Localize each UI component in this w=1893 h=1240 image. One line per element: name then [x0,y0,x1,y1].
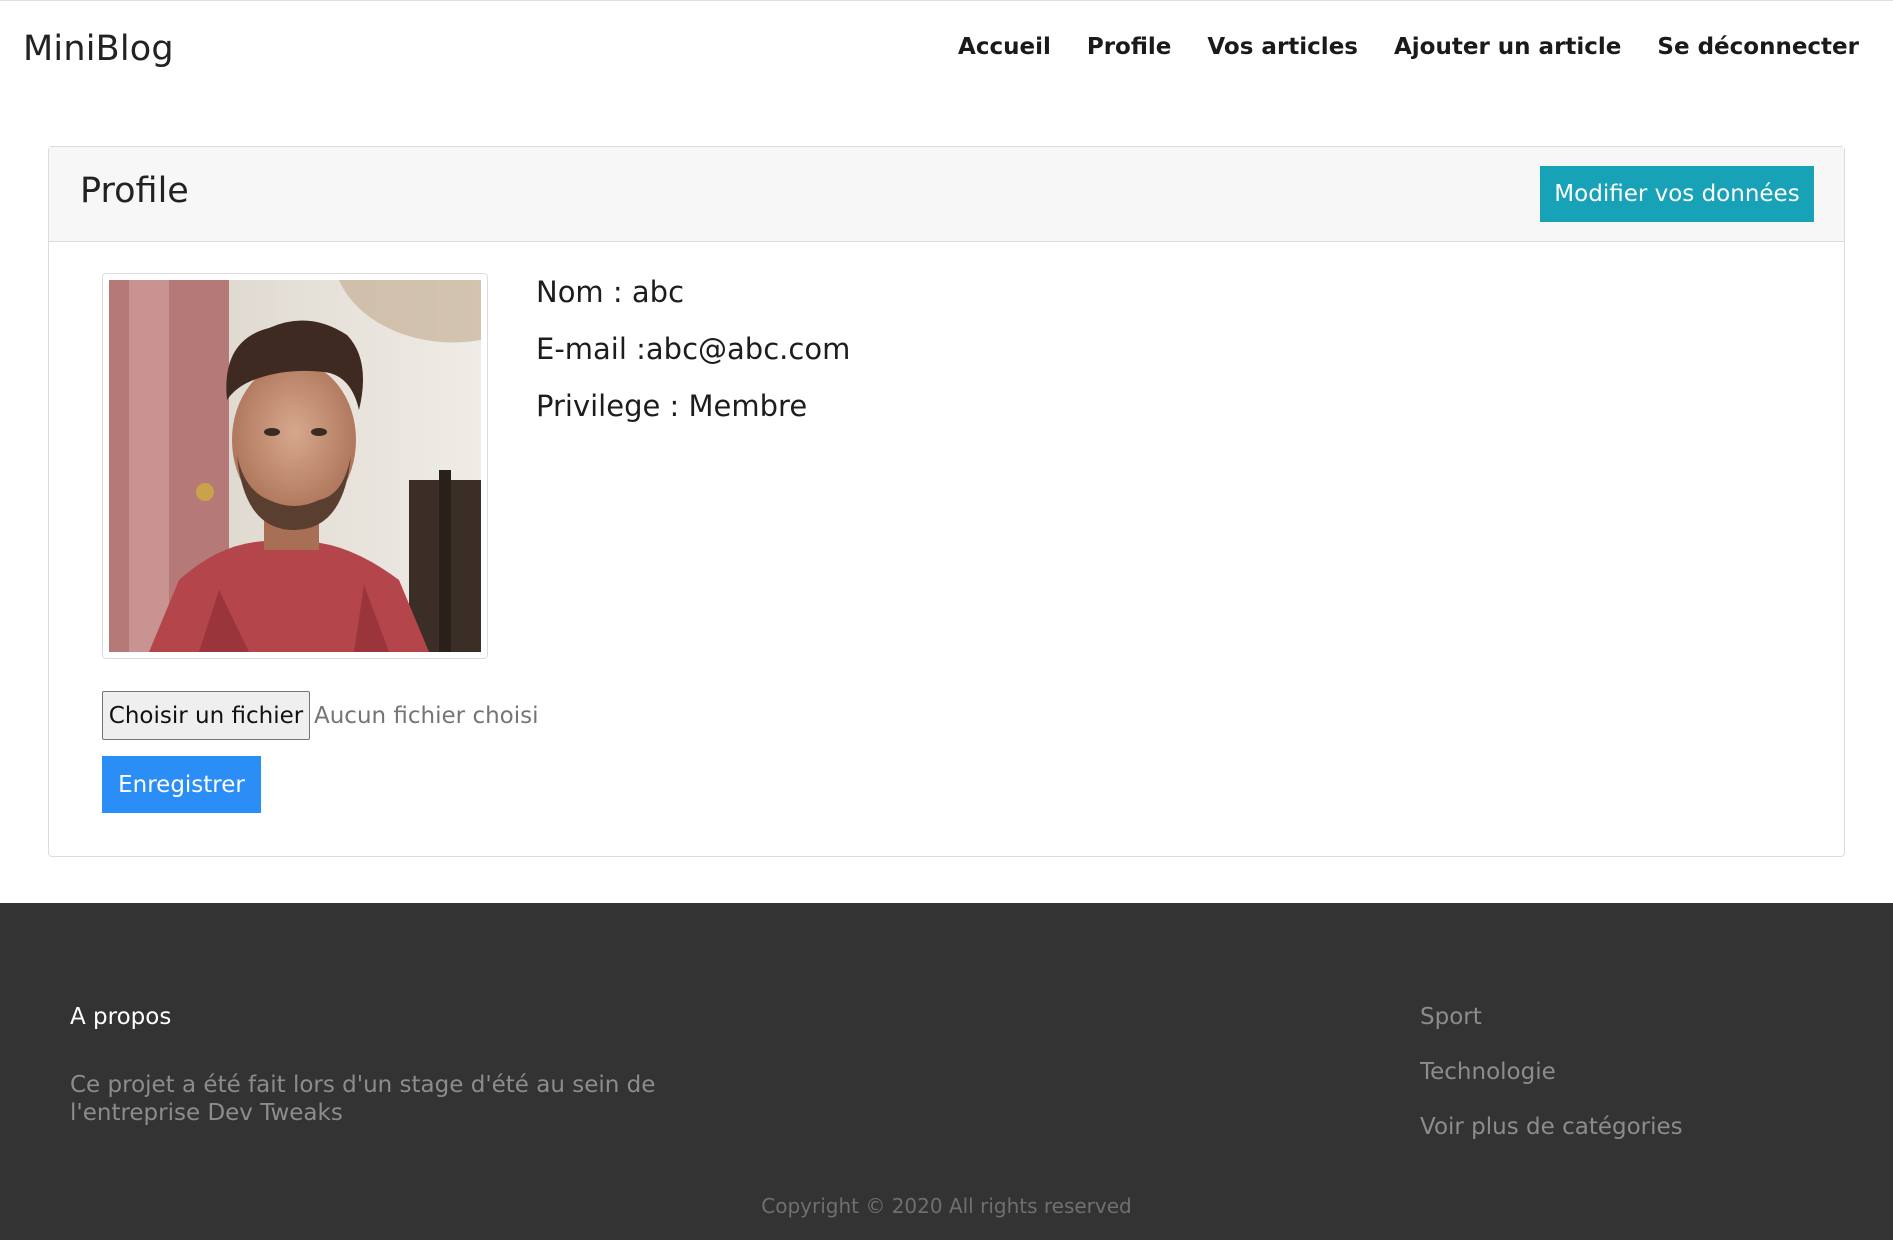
page-title: Profile [80,171,189,211]
brand-logo[interactable]: MiniBlog [23,29,174,69]
save-button[interactable]: Enregistrer [102,756,261,813]
list-item: Technologie [1420,1059,1683,1114]
edit-profile-button[interactable]: Modifier vos données [1540,166,1814,222]
list-item: Voir plus de catégories [1420,1114,1683,1169]
profile-card-header: Profile Modifier vos données [49,147,1844,242]
nav-link-logout[interactable]: Se déconnecter [1657,34,1859,60]
avatar-photo [109,280,481,652]
nav-link-accueil[interactable]: Accueil [958,34,1051,60]
category-link-more[interactable]: Voir plus de catégories [1420,1114,1683,1140]
nav-link-ajouter-article[interactable]: Ajouter un article [1394,34,1621,60]
footer: A propos Ce projet a été fait lors d'un … [0,903,1893,1240]
category-link-technologie[interactable]: Technologie [1420,1059,1556,1085]
profile-card: Profile Modifier vos données Nom: abc E… [48,146,1845,857]
copyright-text: Copyright © 2020 All rights reserved [761,1194,1132,1218]
file-status-text: Aucun fichier choisi [314,703,539,729]
category-link-sport[interactable]: Sport [1420,1004,1482,1030]
about-title: A propos [70,1004,172,1030]
choose-file-button[interactable]: Choisir un fichier [102,691,310,740]
nav-link-vos-articles[interactable]: Vos articles [1207,34,1358,60]
profile-privilege: Privilege : Membre [536,389,808,423]
profile-info: Nom : abc E-mail :abc@abc.com Privilege … [536,275,850,446]
category-list: Sport Technologie Voir plus de catégorie… [1420,1004,1683,1169]
about-text: Ce projet a été fait lors d'un stage d'é… [70,1072,656,1126]
nav-menu: Accueil Profile Vos articles Ajouter un … [922,34,1859,60]
nav-link-profile[interactable]: Profile [1087,34,1172,60]
profile-name: Nom : abc [536,275,685,309]
navbar: MiniBlog Accueil Profile Vos articles Aj… [0,1,1893,101]
avatar [102,273,488,659]
profile-email: E-mail :abc@abc.com [536,332,851,366]
list-item: Sport [1420,1004,1683,1059]
